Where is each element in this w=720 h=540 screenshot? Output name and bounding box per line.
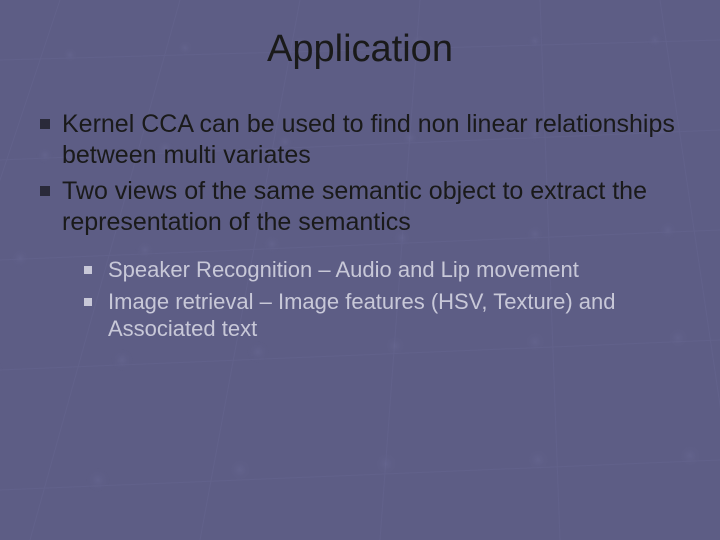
main-bullet-text: Kernel CCA can be used to find non linea…: [62, 109, 680, 172]
square-bullet-icon: [40, 119, 50, 129]
square-bullet-icon: [84, 298, 92, 306]
square-bullet-icon: [84, 266, 92, 274]
list-item: Kernel CCA can be used to find non linea…: [40, 109, 680, 172]
sub-bullet-text: Image retrieval – Image features (HSV, T…: [108, 288, 680, 343]
list-item: Two views of the same semantic object to…: [40, 176, 680, 239]
main-bullet-list: Kernel CCA can be used to find non linea…: [40, 109, 680, 238]
list-item: Speaker Recognition – Audio and Lip move…: [84, 256, 680, 284]
slide-title: Application: [40, 28, 680, 71]
sub-bullet-list: Speaker Recognition – Audio and Lip move…: [40, 256, 680, 343]
list-item: Image retrieval – Image features (HSV, T…: [84, 288, 680, 343]
sub-bullet-text: Speaker Recognition – Audio and Lip move…: [108, 256, 579, 284]
square-bullet-icon: [40, 186, 50, 196]
main-bullet-text: Two views of the same semantic object to…: [62, 176, 680, 239]
